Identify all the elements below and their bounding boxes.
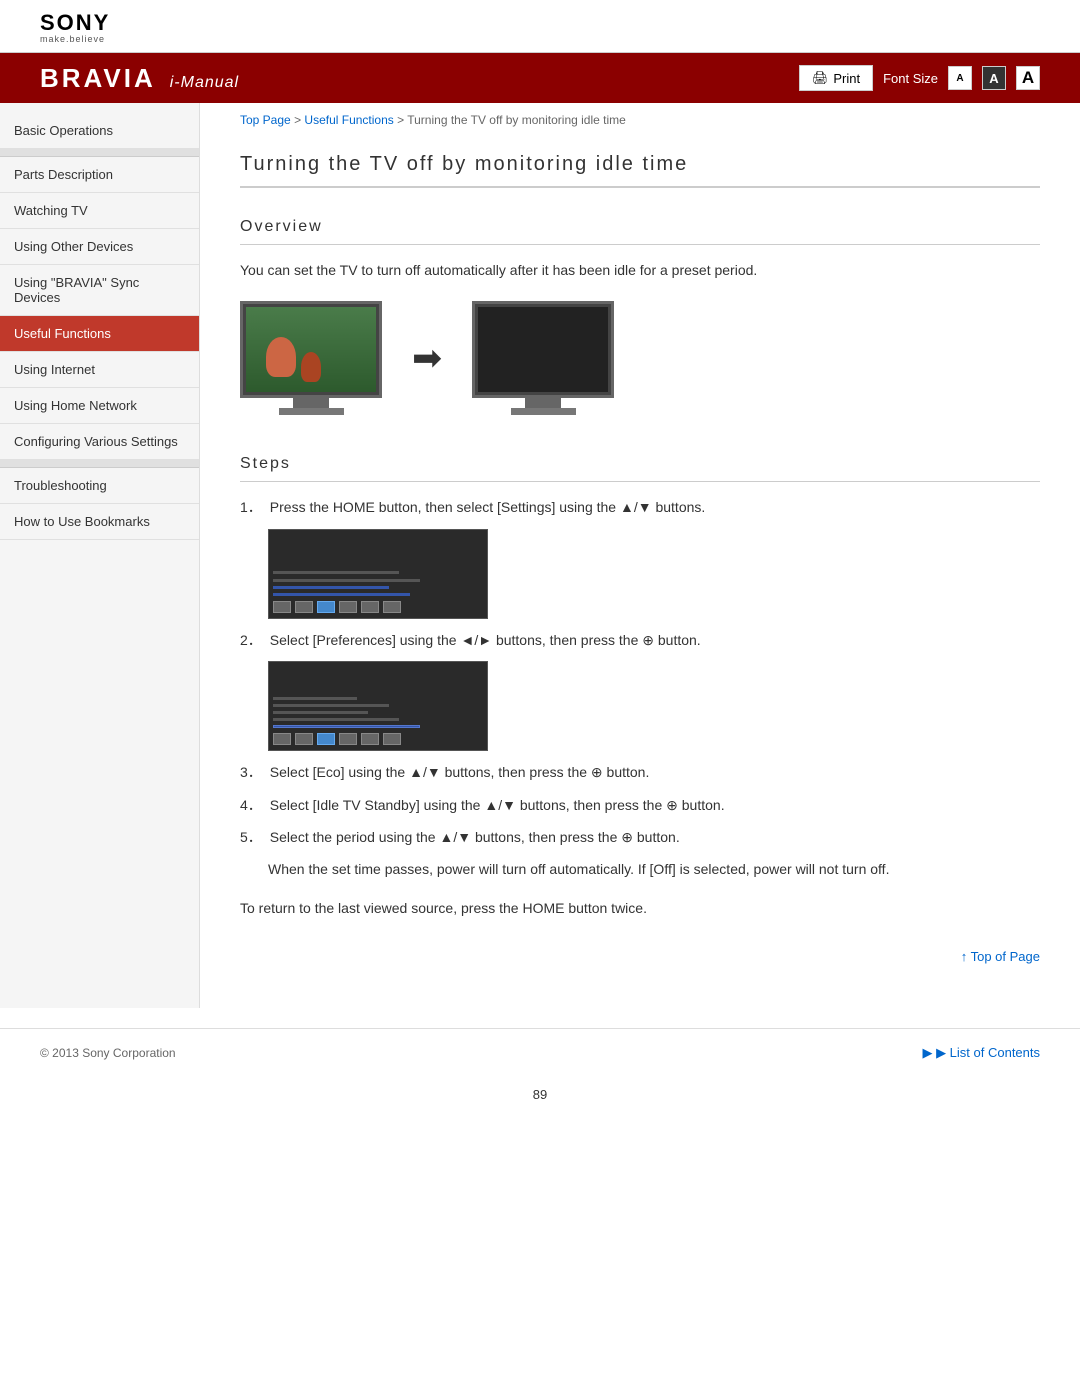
transition-arrow: ➡ [412, 337, 442, 379]
page-number: 89 [0, 1077, 1080, 1112]
tv-screen-off [478, 307, 608, 392]
sidebar-item-configuring-settings[interactable]: Configuring Various Settings [0, 424, 199, 460]
steps-header: Steps [240, 445, 1040, 482]
print-button[interactable]: 🖨 Print [799, 65, 873, 91]
icon2-3-selected [317, 733, 335, 745]
sidebar-item-using-home-network[interactable]: Using Home Network [0, 388, 199, 424]
breadcrumb-current: Turning the TV off by monitoring idle ti… [407, 113, 626, 127]
icon-2 [295, 601, 313, 613]
up-arrow-icon [961, 949, 971, 964]
step-3-text: Select [Eco] using the ▲/▼ buttons, then… [270, 761, 1040, 783]
top-of-page-link[interactable]: Top of Page [961, 949, 1040, 964]
tv-on-image [240, 301, 382, 415]
icon-6 [383, 601, 401, 613]
step-5-note: When the set time passes, power will tur… [268, 858, 1040, 880]
sidebar-divider-2 [0, 460, 199, 468]
sidebar-item-using-internet[interactable]: Using Internet [0, 352, 199, 388]
tv-screen-playing [246, 307, 376, 392]
step-4-num: 4． [240, 794, 262, 816]
sidebar: Basic Operations Parts Description Watch… [0, 103, 200, 1008]
sidebar-item-using-bravia-sync[interactable]: Using "BRAVIA" Sync Devices [0, 265, 199, 316]
bravia-logo: BRAVIA [40, 63, 156, 94]
imanual-label: i-Manual [170, 74, 239, 92]
step-2-text: Select [Preferences] using the ◄/► butto… [270, 629, 1040, 651]
step-2-screen [268, 661, 488, 751]
tv-off-base [511, 408, 576, 415]
icon2-1 [273, 733, 291, 745]
tv-on-body [240, 301, 382, 398]
list-of-contents-link[interactable]: ▶ List of Contents [922, 1045, 1040, 1061]
icon-1 [273, 601, 291, 613]
print-label: Print [833, 71, 860, 86]
step-3-num: 3． [240, 761, 262, 783]
breadcrumb-useful-functions[interactable]: Useful Functions [304, 113, 393, 127]
step-1-screen [268, 529, 488, 619]
breadcrumb-sep-2: > [397, 113, 407, 127]
step-4: 4． Select [Idle TV Standby] using the ▲/… [240, 794, 1040, 816]
list-of-contents-label: List of Contents [950, 1045, 1040, 1060]
step-1-screenshot [268, 529, 1040, 619]
page-footer: © 2013 Sony Corporation ▶ List of Conten… [0, 1028, 1080, 1077]
step-1-text: Press the HOME button, then select [Sett… [270, 496, 1040, 518]
icon2-4 [339, 733, 357, 745]
step-3: 3． Select [Eco] using the ▲/▼ buttons, t… [240, 761, 1040, 783]
step-2-screenshot [268, 661, 1040, 751]
step-1: 1． Press the HOME button, then select [S… [240, 496, 1040, 518]
print-icon: 🖨 [812, 70, 829, 86]
copyright-text: © 2013 Sony Corporation [40, 1046, 176, 1060]
breadcrumb-top-page[interactable]: Top Page [240, 113, 291, 127]
footer-links: Top of Page [240, 949, 1040, 964]
font-small-button[interactable]: A [948, 66, 972, 90]
font-size-label: Font Size [883, 71, 938, 86]
step-5: 5． Select the period using the ▲/▼ butto… [240, 826, 1040, 848]
breadcrumb: Top Page > Useful Functions > Turning th… [240, 103, 1040, 137]
content-area: Top Page > Useful Functions > Turning th… [200, 103, 1080, 1008]
nav-bar: BRAVIA i-Manual 🖨 Print Font Size A A A [0, 53, 1080, 103]
main-layout: Basic Operations Parts Description Watch… [0, 103, 1080, 1008]
sidebar-item-troubleshooting[interactable]: Troubleshooting [0, 468, 199, 504]
tv-off-image [472, 301, 614, 415]
tv-off-body [472, 301, 614, 398]
font-medium-button[interactable]: A [982, 66, 1006, 90]
step-1-num: 1． [240, 496, 262, 518]
right-arrow-icon: ▶ [922, 1045, 949, 1060]
sidebar-item-basic-operations[interactable]: Basic Operations [0, 113, 199, 149]
sidebar-item-watching-tv[interactable]: Watching TV [0, 193, 199, 229]
sidebar-divider-1 [0, 149, 199, 157]
step-2-icons [273, 732, 483, 746]
sidebar-item-how-to-bookmarks[interactable]: How to Use Bookmarks [0, 504, 199, 540]
top-of-page-label: Top of Page [971, 949, 1040, 964]
icon-5 [361, 601, 379, 613]
step-5-text: Select the period using the ▲/▼ buttons,… [270, 826, 1040, 848]
icon-3-selected [317, 601, 335, 613]
top-of-page-link-container: Top of Page [240, 949, 1040, 964]
tv-off-stand [525, 398, 561, 408]
icon2-2 [295, 733, 313, 745]
breadcrumb-sep-1: > [294, 113, 304, 127]
sidebar-item-using-other-devices[interactable]: Using Other Devices [0, 229, 199, 265]
step-2-num: 2． [240, 629, 262, 651]
overview-text: You can set the TV to turn off automatic… [240, 259, 1040, 281]
step-5-num: 5． [240, 826, 262, 848]
overview-images: ➡ [240, 301, 1040, 415]
top-bar: SONY make.believe [0, 0, 1080, 53]
icon2-5 [361, 733, 379, 745]
overview-header: Overview [240, 208, 1040, 245]
sidebar-item-parts-description[interactable]: Parts Description [0, 157, 199, 193]
bravia-title: BRAVIA i-Manual [40, 63, 239, 94]
return-text: To return to the last viewed source, pre… [240, 897, 1040, 919]
tv-on-base [279, 408, 344, 415]
icon-4 [339, 601, 357, 613]
page-title: Turning the TV off by monitoring idle ti… [240, 137, 1040, 188]
sony-logo: SONY make.believe [40, 12, 1040, 44]
step-1-icons [273, 600, 483, 614]
font-large-button[interactable]: A [1016, 66, 1040, 90]
step-4-text: Select [Idle TV Standby] using the ▲/▼ b… [270, 794, 1040, 816]
icon2-6 [383, 733, 401, 745]
nav-controls: 🖨 Print Font Size A A A [799, 65, 1040, 91]
sidebar-item-useful-functions[interactable]: Useful Functions [0, 316, 199, 352]
tv-on-stand [293, 398, 329, 408]
step-2: 2． Select [Preferences] using the ◄/► bu… [240, 629, 1040, 651]
